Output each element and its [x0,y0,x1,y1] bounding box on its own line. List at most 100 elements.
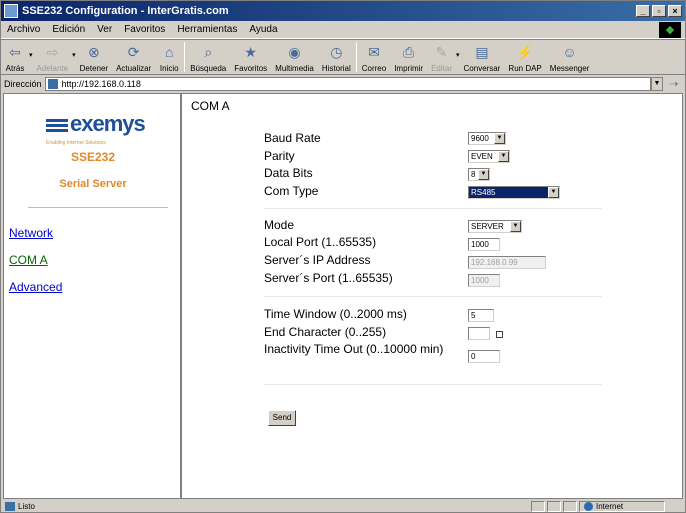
page-icon [47,79,58,89]
search-button[interactable]: ⌕ Búsqueda [186,42,230,74]
discuss-button[interactable]: ▤ Conversar [460,42,505,74]
navigation-frame: exemys Enabling Internet Solutions SSE23… [4,94,182,498]
content-frame: COM A Baud Rate 9600 ▼ Parity EVEN ▼ Data … [184,94,682,498]
page-viewport: exemys Enabling Internet Solutions SSE23… [3,93,683,499]
maximize-button[interactable]: ▫ [652,5,666,17]
end-character-label: End Character (0..255) [264,325,387,339]
nav-link-advanced[interactable]: Advanced [9,280,62,294]
toolbar: ⇦ Atrás ▾ ⇨ Adelante ▾ ⊗ Detener ⟳ Actualiza… [1,39,685,75]
exemys-logo: exemys Enabling Internet Solutions [46,111,146,146]
parity-select[interactable]: EVEN ▼ [468,150,510,163]
toolbar-separator [184,42,186,72]
browser-window: SSE232 Configuration - InterGratis.com _… [0,0,686,513]
mail-button[interactable]: ✉ Correo [358,42,390,74]
address-label: Dirección [4,79,42,89]
favorites-icon: ★ [244,43,257,60]
print-icon: ⎙ [403,43,415,60]
server-ip-input[interactable]: 192.168.0.99 [468,256,546,269]
server-ip-label: Server´s IP Address [264,253,371,267]
messenger-icon: ☺ [562,44,577,60]
com-type-label: Com Type [264,184,319,198]
address-dropdown-button[interactable]: ▼ [651,77,663,91]
print-button[interactable]: ⎙ Imprimir [390,42,427,74]
favorites-button[interactable]: ★ Favoritos [230,42,271,74]
baud-rate-label: Baud Rate [264,131,321,145]
menu-bar: Archivo Edición Ver Favoritos Herramient… [1,21,685,39]
menu-edicion[interactable]: Edición [46,24,91,35]
end-character-input[interactable] [468,327,490,340]
address-url: http://192.168.0.118 [61,79,141,89]
mode-select[interactable]: SERVER ▼ [468,220,522,233]
multimedia-button[interactable]: ◉ Multimedia [271,42,318,74]
forward-arrow-icon: ⇨ [46,43,59,60]
status-text: Listo [18,502,35,511]
section-divider [264,208,602,209]
parity-value: EVEN [471,152,493,161]
chevron-down-icon: ▼ [494,133,505,144]
chevron-down-icon: ▼ [548,187,559,198]
chevron-down-icon: ▼ [510,221,521,232]
data-bits-label: Data Bits [264,166,313,180]
data-bits-value: 8 [471,170,476,179]
edit-button[interactable]: ✎ Editar [427,42,456,74]
forward-button[interactable]: ⇨ Adelante [33,42,73,74]
chevron-down-icon: ▼ [498,151,509,162]
window-title: SSE232 Configuration - InterGratis.com [22,5,229,17]
baud-rate-value: 9600 [471,134,489,143]
app-icon [4,4,18,18]
messenger-button[interactable]: ☺ Messenger [546,42,594,73]
run-dap-button[interactable]: ⚡ Run DAP [504,42,545,74]
com-type-select[interactable]: RS485 ▼ [468,186,560,199]
home-button[interactable]: ⌂ Inicio [155,42,183,73]
refresh-button[interactable]: ⟳ Actualizar [112,42,155,74]
section-divider [264,296,602,297]
local-port-input[interactable]: 1000 [468,238,500,251]
go-icon[interactable]: ⇢ [663,79,685,90]
inactivity-timeout-input[interactable]: 0 [468,350,500,363]
server-port-input[interactable]: 1000 [468,274,500,287]
mode-label: Mode [264,218,295,232]
status-bar: Listo Internet [1,500,685,513]
parity-label: Parity [264,149,295,163]
address-input[interactable]: http://192.168.0.118 [44,77,651,91]
close-button[interactable]: × [668,5,682,17]
history-button[interactable]: ◷ Historial [318,42,355,74]
minimize-button[interactable]: _ [636,5,650,17]
zone-label: Internet [596,502,624,511]
logo-word: exemys [70,111,146,136]
page-done-icon [5,502,15,511]
data-bits-select[interactable]: 8 ▼ [468,168,490,181]
run-dap-icon: ⚡ [516,43,534,60]
inactivity-timeout-label: Inactivity Time Out (0..10000 min) [264,342,444,356]
page-title: COM A [191,99,230,113]
globe-icon [584,502,593,511]
menu-herramientas[interactable]: Herramientas [171,24,243,35]
nav-link-com-a[interactable]: COM A [9,253,48,267]
back-button[interactable]: ⇦ Atrás [1,42,29,74]
send-button[interactable]: Send [268,410,296,426]
logo-tagline: Enabling Internet Solutions [46,140,106,146]
windows-logo-icon: ◆ [659,21,681,38]
product-subtitle: Serial Server [59,178,127,190]
menu-favoritos[interactable]: Favoritos [118,24,171,35]
section-divider [264,384,602,385]
history-icon: ◷ [330,43,343,60]
time-window-input[interactable]: 5 [468,309,494,322]
menu-archivo[interactable]: Archivo [1,24,46,35]
mode-value: SERVER [471,222,504,231]
stop-button[interactable]: ⊗ Detener [76,42,112,74]
time-window-label: Time Window (0..2000 ms) [264,307,407,321]
local-port-label: Local Port (1..65535) [264,235,377,249]
baud-rate-select[interactable]: 9600 ▼ [468,132,506,145]
sidebar-divider [28,207,168,208]
end-character-checkbox[interactable] [496,331,503,338]
menu-ver[interactable]: Ver [91,24,118,35]
menu-ayuda[interactable]: Ayuda [243,24,283,35]
chevron-down-icon: ▼ [478,169,489,180]
product-name: SSE232 [70,150,116,164]
search-icon: ⌕ [204,43,213,60]
discuss-icon: ▤ [475,43,489,60]
stop-icon: ⊗ [87,43,100,60]
nav-link-network[interactable]: Network [9,226,53,240]
edit-icon: ✎ [435,43,448,60]
